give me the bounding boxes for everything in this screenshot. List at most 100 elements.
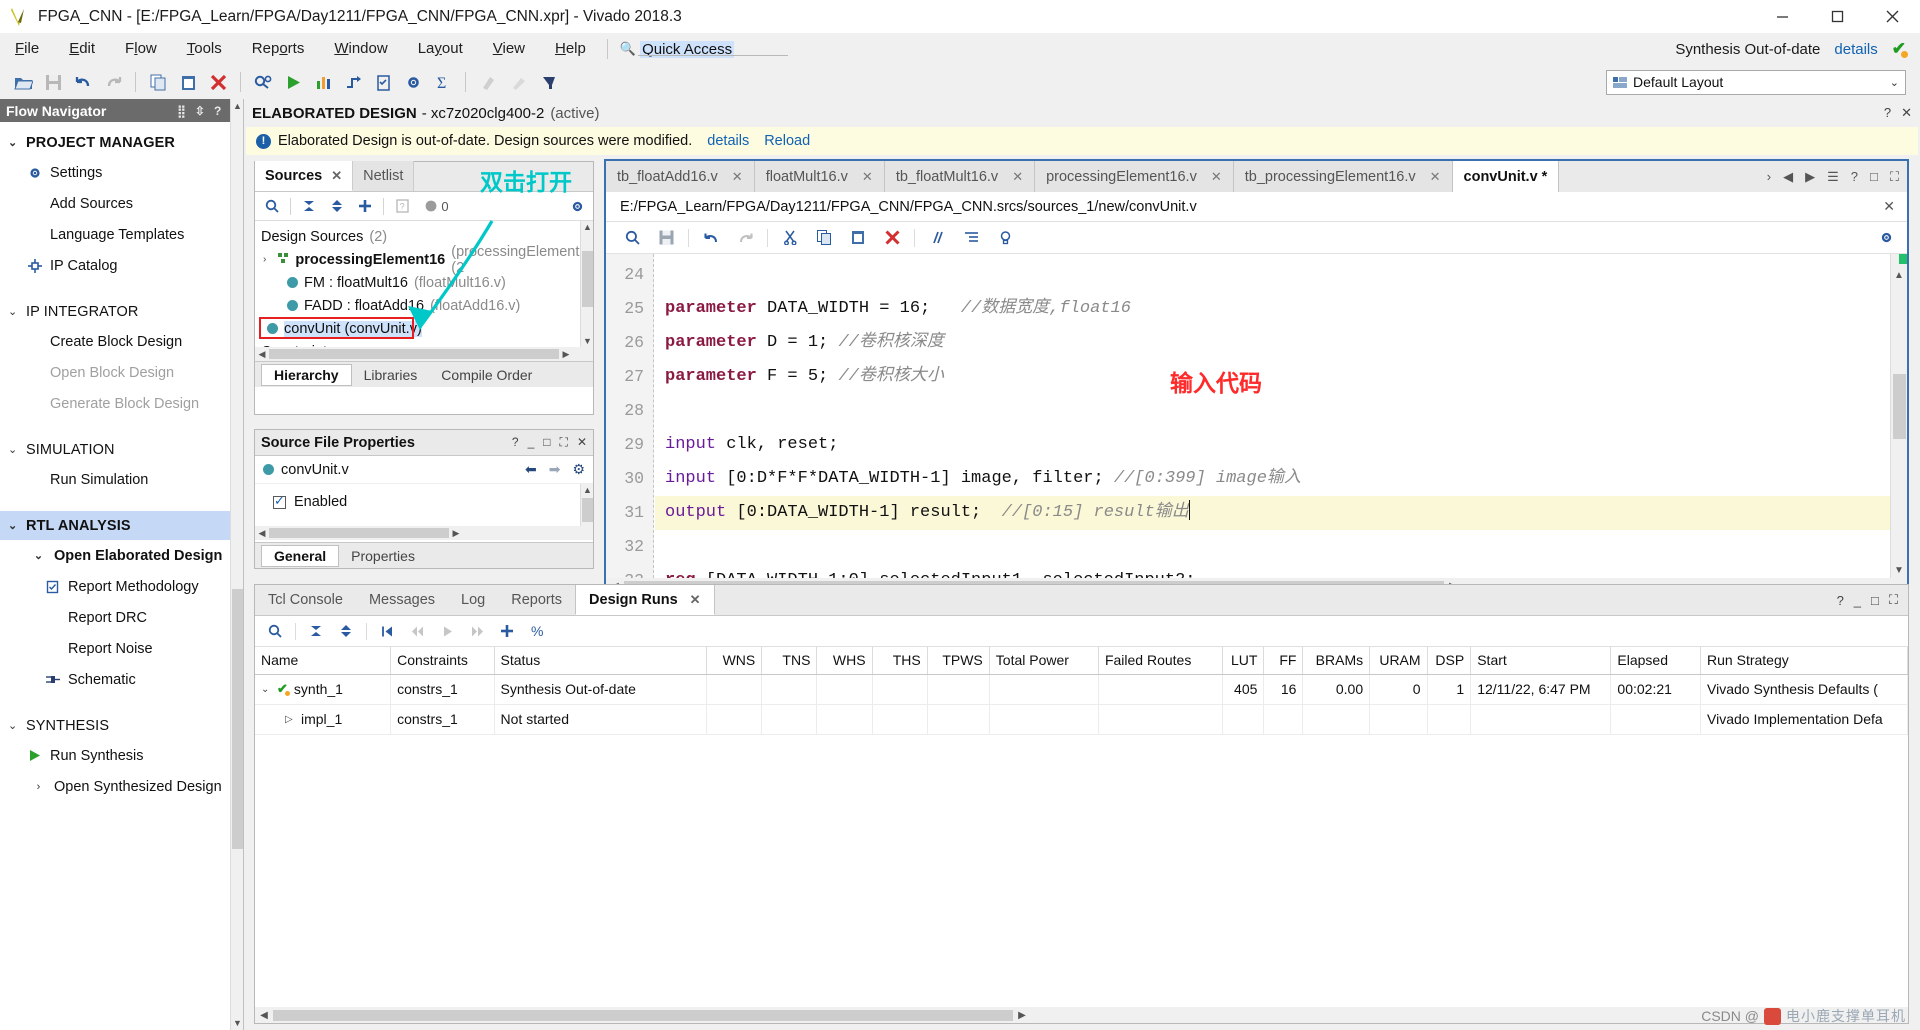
close-icon[interactable]: ✕ [862, 169, 873, 185]
col-lut[interactable]: LUT [1222, 647, 1265, 675]
route-icon[interactable] [338, 68, 368, 96]
tab-reports[interactable]: Reports [498, 585, 575, 615]
sidebar-item-ip-catalog[interactable]: IP Catalog [0, 250, 243, 281]
close-icon[interactable]: ✕ [1012, 169, 1023, 185]
col-run-strategy[interactable]: Run Strategy [1700, 647, 1908, 675]
tab-log[interactable]: Log [448, 585, 498, 615]
minimize-button[interactable] [1755, 0, 1810, 33]
code-vertical-scrollbar[interactable]: ▲ ▼ [1890, 254, 1907, 578]
scroll-left-arrow-icon[interactable]: ◀ [255, 1010, 273, 1021]
undo-icon[interactable] [695, 224, 727, 252]
maximize-icon[interactable]: □ [1871, 593, 1879, 608]
tab-messages[interactable]: Messages [356, 585, 448, 615]
float-icon[interactable]: ⛶ [1889, 592, 1898, 608]
menu-layout[interactable]: Layout [403, 33, 478, 65]
cut-icon[interactable] [774, 224, 806, 252]
code-line[interactable]: input clk, reset; [655, 428, 1890, 462]
code-line[interactable] [655, 258, 1890, 292]
editor-tab-tb-floatmult16[interactable]: tb_floatMult16.v ✕ [884, 161, 1036, 192]
tab-design-runs[interactable]: Design Runs ✕ [575, 585, 715, 615]
report-icon[interactable] [308, 68, 338, 96]
sidebar-item-open-synthesized-design[interactable]: › Open Synthesized Design [0, 771, 243, 802]
editor-tab-processingelement16[interactable]: processingElement16.v ✕ [1035, 161, 1234, 192]
menu-reports[interactable]: Reports [237, 33, 320, 65]
col-name[interactable]: Name [255, 647, 392, 675]
bulb-icon[interactable] [989, 224, 1021, 252]
scrollbar-thumb[interactable] [582, 251, 593, 307]
tab-compile-order[interactable]: Compile Order [429, 364, 544, 386]
search-replace-icon[interactable] [248, 68, 278, 96]
tab-properties[interactable]: Properties [339, 545, 427, 567]
scroll-left-arrow-icon[interactable]: ◀ [255, 349, 269, 360]
code-line[interactable]: parameter DATA_WIDTH = 16; //数据宽度,float1… [655, 292, 1890, 326]
help-icon[interactable]: ? [1884, 105, 1891, 121]
sidebar-item-create-block-design[interactable]: Create Block Design [0, 326, 243, 357]
search-icon[interactable] [259, 194, 285, 219]
editor-tab-tb-floatadd16[interactable]: tb_floatAdd16.v ✕ [606, 161, 755, 192]
save-icon[interactable] [38, 68, 68, 96]
code-line[interactable]: output [0:DATA_WIDTH-1] result; //[0:15]… [655, 496, 1890, 530]
add-sources-icon[interactable] [352, 194, 378, 219]
tab-sources[interactable]: Sources ✕ [255, 161, 354, 191]
maximize-icon[interactable]: □ [1870, 169, 1878, 184]
scroll-down-arrow-icon[interactable]: ▼ [583, 336, 592, 346]
sort-icon[interactable]: ⇳ [195, 104, 205, 118]
col-start[interactable]: Start [1470, 647, 1612, 675]
sidebar-item-add-sources[interactable]: Add Sources [0, 188, 243, 219]
col-brams[interactable]: BRAMs [1302, 647, 1371, 675]
menu-file[interactable]: File [0, 33, 54, 65]
scrollbar-thumb[interactable] [269, 349, 559, 359]
flownav-group-rtl-analysis[interactable]: ⌄ RTL ANALYSIS [0, 511, 243, 540]
minimize-icon[interactable]: _ [1854, 593, 1861, 608]
help-icon[interactable]: ? [512, 435, 519, 450]
flow-navigator-scrollbar[interactable]: ▲ ▼ [230, 99, 243, 1030]
gear-icon[interactable] [1875, 224, 1907, 252]
tab-overflow-icon[interactable]: › [1767, 169, 1771, 184]
help-icon[interactable]: ? [214, 104, 221, 118]
expand-all-icon[interactable] [332, 618, 360, 644]
paste-icon[interactable] [842, 224, 874, 252]
scroll-down-arrow-icon[interactable]: ▼ [1894, 565, 1904, 576]
col-ff[interactable]: FF [1263, 647, 1304, 675]
paste-icon[interactable] [173, 68, 203, 96]
design-runs-horizontal-scrollbar[interactable]: ◀ ▶ [255, 1007, 1908, 1023]
table-row[interactable]: ⌄ ✔ synth_1 constrs_1 Synthesis Out-of-d… [255, 674, 1908, 705]
scroll-up-arrow-icon[interactable]: ▲ [583, 485, 592, 495]
collapse-all-icon[interactable] [296, 194, 322, 219]
col-tpws[interactable]: TPWS [927, 647, 990, 675]
banner-details-link[interactable]: details [707, 133, 749, 149]
search-icon[interactable] [261, 618, 289, 644]
col-total-power[interactable]: Total Power [989, 647, 1099, 675]
code-line[interactable] [655, 530, 1890, 564]
tab-libraries[interactable]: Libraries [352, 364, 430, 386]
tree-item-processingelement16[interactable]: › processingElement16 (processingElement… [255, 244, 593, 276]
prev-tab-icon[interactable]: ◀ [1783, 169, 1793, 185]
copy-icon[interactable] [808, 224, 840, 252]
col-uram[interactable]: URAM [1369, 647, 1428, 675]
tree-item-fm-floatmult16[interactable]: FM : floatMult16 (floatMult16.v) [255, 271, 593, 294]
flownav-group-synthesis[interactable]: ⌄ SYNTHESIS [0, 711, 243, 740]
sidebar-item-report-methodology[interactable]: Report Methodology [0, 571, 243, 602]
scroll-right-arrow-icon[interactable]: ▶ [449, 528, 463, 539]
flownav-group-ip-integrator[interactable]: ⌄ IP INTEGRATOR [0, 297, 243, 326]
next-tab-icon[interactable]: ▶ [1805, 169, 1815, 185]
sidebar-item-schematic[interactable]: Schematic [0, 664, 243, 695]
tree-vertical-scrollbar[interactable]: ▲ ▼ [580, 221, 593, 347]
collapse-all-icon[interactable]: ⣿ [177, 104, 186, 118]
editor-tab-floatmult16[interactable]: floatMult16.v ✕ [754, 161, 885, 192]
first-run-icon[interactable] [373, 618, 401, 644]
col-wns[interactable]: WNS [706, 647, 763, 675]
menu-tools[interactable]: Tools [172, 33, 237, 65]
float-icon[interactable]: ⛶ [560, 435, 568, 450]
gear-icon[interactable] [398, 68, 428, 96]
expand-all-icon[interactable] [324, 194, 350, 219]
sigma-icon[interactable]: Σ [428, 68, 458, 96]
tree-horizontal-scrollbar[interactable]: ◀ ▶ [255, 347, 593, 361]
editor-tab-tb-processingelement16[interactable]: tb_processingElement16.v ✕ [1233, 161, 1453, 192]
open-folder-icon[interactable] [8, 68, 38, 96]
close-icon[interactable]: ✕ [1883, 198, 1907, 215]
scrollbar-thumb[interactable] [232, 589, 243, 849]
marker3-icon[interactable] [533, 68, 563, 96]
col-dsp[interactable]: DSP [1427, 647, 1472, 675]
gear-icon[interactable] [567, 194, 593, 219]
